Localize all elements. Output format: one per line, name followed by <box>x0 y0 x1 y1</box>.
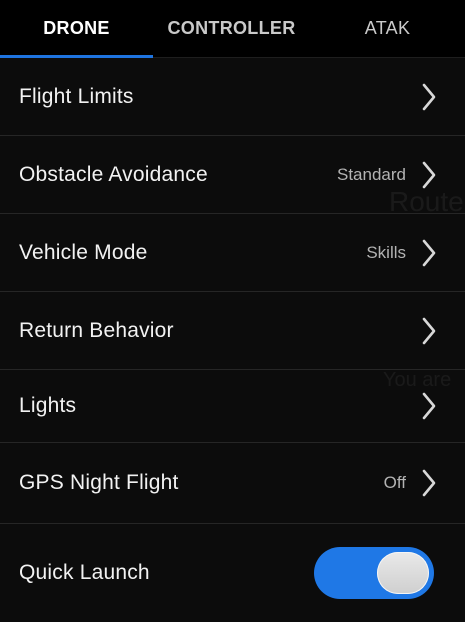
row-label: Flight Limits <box>19 84 134 108</box>
chevron-right-icon <box>422 469 436 497</box>
chevron-right-icon <box>422 239 436 267</box>
quick-launch-toggle[interactable] <box>314 547 434 599</box>
settings-row-quick-launch: Quick Launch <box>0 524 465 622</box>
settings-row-lights[interactable]: Lights <box>0 370 465 443</box>
row-label: Quick Launch <box>19 561 150 584</box>
drone-settings-list: Flight Limits Obstacle Avoidance Standar… <box>0 58 465 622</box>
settings-row-vehicle-mode[interactable]: Vehicle Mode Skills <box>0 214 465 292</box>
settings-row-gps-night-flight[interactable]: GPS Night Flight Off <box>0 443 465 524</box>
tab-drone[interactable]: DRONE <box>0 0 153 57</box>
settings-row-flight-limits[interactable]: Flight Limits <box>0 58 465 136</box>
tab-controller-label: CONTROLLER <box>167 18 296 38</box>
settings-tab-bar: DRONE CONTROLLER ATAK <box>0 0 465 58</box>
toggle-knob[interactable] <box>377 552 429 594</box>
tab-drone-label: DRONE <box>43 18 110 38</box>
chevron-right-icon <box>422 83 436 111</box>
row-value: Off <box>383 473 406 492</box>
row-label: Return Behavior <box>19 318 174 342</box>
chevron-right-icon <box>422 392 436 420</box>
row-label: Lights <box>19 394 77 417</box>
tab-atak-label: ATAK <box>364 18 411 38</box>
row-label: GPS Night Flight <box>19 471 179 494</box>
tab-atak[interactable]: ATAK <box>310 0 465 57</box>
row-label: Vehicle Mode <box>19 240 148 264</box>
tab-controller[interactable]: CONTROLLER <box>153 0 310 57</box>
settings-row-obstacle-avoidance[interactable]: Obstacle Avoidance Standard <box>0 136 465 214</box>
row-label: Obstacle Avoidance <box>19 162 208 186</box>
row-value: Skills <box>366 242 406 262</box>
chevron-right-icon <box>422 161 436 189</box>
row-value: Standard <box>337 164 406 184</box>
settings-row-return-behavior[interactable]: Return Behavior <box>0 292 465 370</box>
chevron-right-icon <box>422 317 436 345</box>
